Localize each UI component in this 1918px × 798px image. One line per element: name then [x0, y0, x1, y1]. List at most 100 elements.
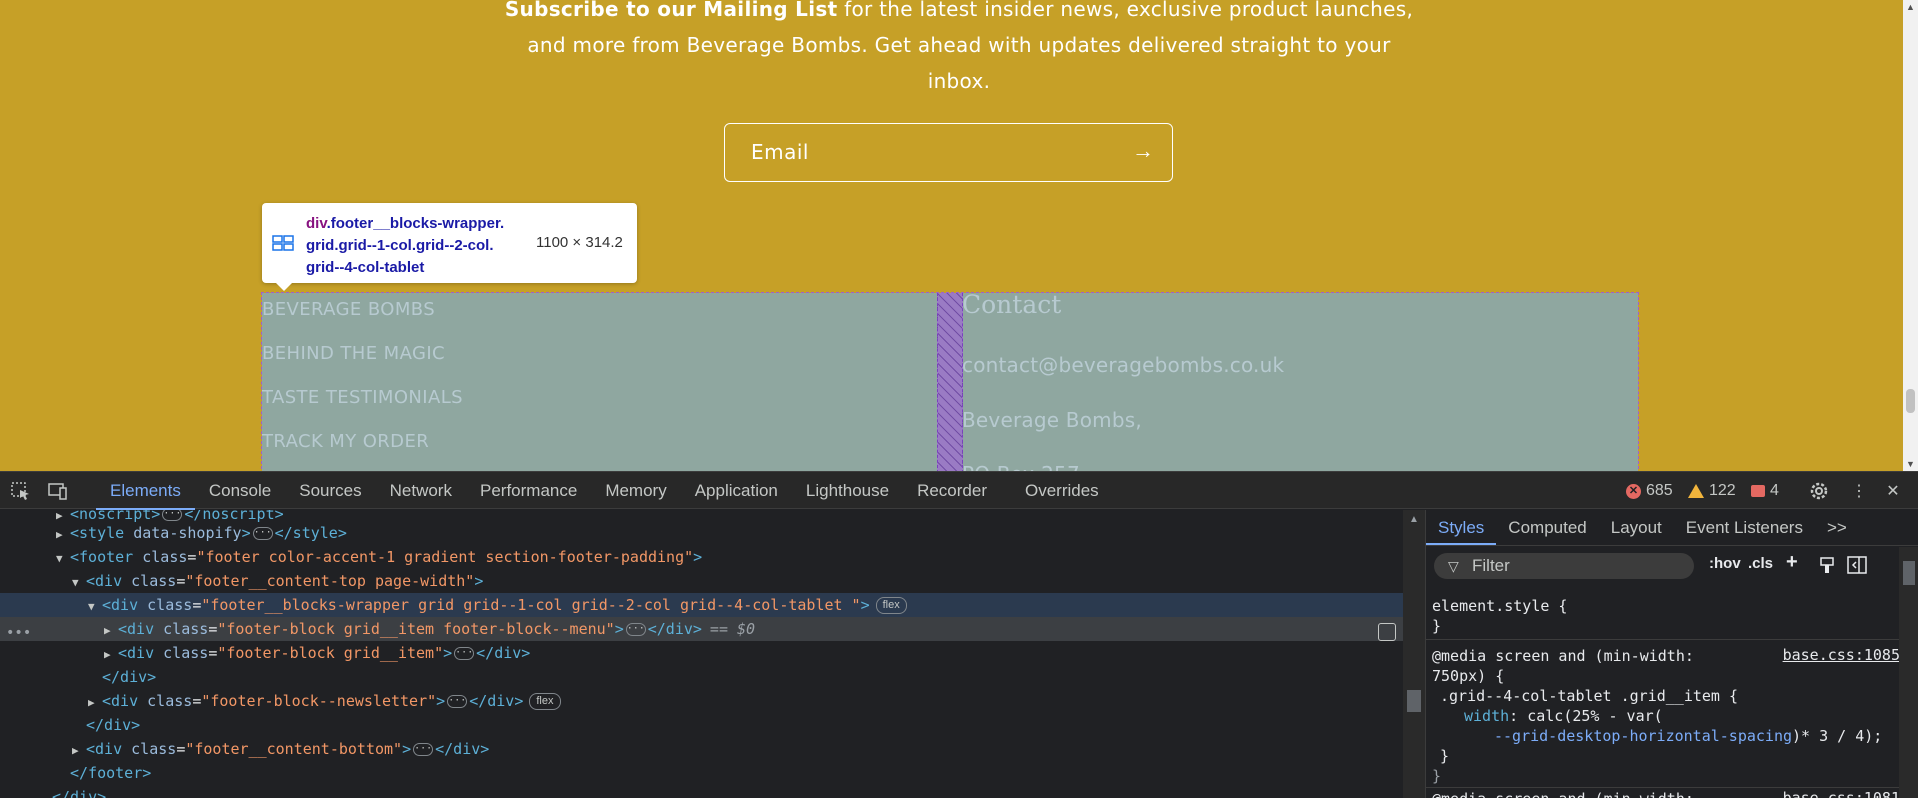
dom-node-footer[interactable]: ▼ <footer class="footer color-accent-1 gr…: [0, 545, 1403, 569]
filter-placeholder: Filter: [1472, 556, 1510, 575]
expand-icon[interactable]: ▶: [88, 691, 102, 715]
tab-event-listeners[interactable]: Event Listeners: [1674, 510, 1815, 545]
arrow-right-icon[interactable]: →: [1132, 138, 1154, 164]
dom-attr-value: "footer-block grid__item": [217, 644, 444, 662]
new-style-rule-icon[interactable]: +: [1786, 551, 1798, 574]
collapse-icon[interactable]: ▼: [88, 595, 102, 619]
dom-attr-value: "footer__blocks-wrapper grid grid--1-col…: [201, 596, 861, 614]
dom-scrollbar[interactable]: ▲: [1403, 510, 1425, 798]
tab-memory[interactable]: Memory: [591, 472, 680, 510]
scroll-up-icon[interactable]: ▲: [1906, 2, 1915, 12]
styles-filter-row: ▽ Filter :hov .cls +: [1426, 547, 1918, 585]
dom-node-style[interactable]: ▶ <style data-shopify> ··· </style>: [0, 521, 1403, 545]
toggle-sidebar-icon[interactable]: [1847, 556, 1867, 574]
page-scroll-thumb[interactable]: [1906, 389, 1915, 413]
rule-separator: [1426, 787, 1899, 788]
tab-sources[interactable]: Sources: [285, 472, 375, 510]
settings-gear-icon[interactable]: [1808, 481, 1830, 501]
ellipsis-icon[interactable]: ···: [162, 510, 183, 521]
device-toolbar-icon[interactable]: [47, 481, 69, 501]
collapse-icon[interactable]: ▼: [56, 547, 70, 571]
hov-toggle-button[interactable]: :hov: [1709, 555, 1741, 572]
css-variable[interactable]: --grid-desktop-horizontal-spacing: [1432, 727, 1792, 745]
node-actions-icon[interactable]: •••: [6, 625, 31, 641]
dom-node-content-bottom[interactable]: ▶ <div class="footer__content-bottom"> ···…: [0, 737, 1403, 761]
tab-network[interactable]: Network: [376, 472, 466, 510]
dom-node-close-div[interactable]: </div>: [0, 665, 1403, 689]
paint-brush-icon[interactable]: [1818, 556, 1836, 574]
ellipsis-icon[interactable]: ···: [447, 695, 468, 708]
dom-tag: style: [79, 524, 125, 542]
source-link-base-css-1081[interactable]: base.css:1081: [1783, 789, 1900, 798]
tab-computed[interactable]: Computed: [1496, 510, 1598, 545]
tab-styles[interactable]: Styles: [1426, 510, 1497, 545]
ellipsis-icon[interactable]: ···: [454, 647, 475, 660]
page-scrollbar[interactable]: ▲ ▼: [1903, 0, 1918, 471]
dom-attr: class: [131, 740, 177, 758]
source-link-base-css-1085[interactable]: base.css:1085: [1783, 646, 1900, 664]
selected-node-marker: == $0: [709, 620, 756, 638]
tab-console[interactable]: Console: [195, 472, 285, 510]
dom-node-close-footer[interactable]: </footer>: [0, 761, 1403, 785]
dom-tree[interactable]: ▶ <noscript> ··· </noscript> ▶ <style data-s…: [0, 510, 1403, 798]
scroll-up-icon[interactable]: ▲: [1409, 514, 1419, 525]
footer-menu-link-taste-testimonials[interactable]: TASTE TESTIMONIALS: [262, 387, 463, 408]
tab-overrides[interactable]: Overrides: [1001, 472, 1113, 510]
footer-menu-link-track-my-order[interactable]: TRACK MY ORDER: [262, 431, 429, 452]
flex-badge[interactable]: flex: [875, 597, 907, 614]
error-count[interactable]: ✕ 685: [1626, 472, 1673, 510]
media-rule-grid-item[interactable]: @media screen and (min-width: 750px) { .…: [1432, 646, 1902, 786]
more-options-icon[interactable]: ⋮: [1848, 481, 1870, 501]
dom-node-footer-block[interactable]: ▶ <div class="footer-block grid__item"> ··…: [0, 641, 1403, 665]
more-tabs-icon[interactable]: >>: [1815, 510, 1859, 545]
css-value-part-1[interactable]: : calc(25% - var(: [1509, 707, 1663, 725]
inspect-element-icon[interactable]: [10, 481, 32, 501]
dom-attr: class: [163, 644, 209, 662]
inspect-tooltip: div.footer__blocks-wrapper. grid.grid--1…: [262, 203, 637, 291]
footer-menu-link-behind-the-magic[interactable]: BEHIND THE MAGIC: [262, 343, 445, 364]
css-value-part-2[interactable]: )* 3 / 4);: [1792, 727, 1882, 745]
screenshot-node-icon[interactable]: [1378, 623, 1396, 641]
subscribe-text: Subscribe to our Mailing List for the la…: [0, 0, 1918, 99]
expand-icon[interactable]: ▶: [104, 619, 118, 643]
warning-count[interactable]: 122: [1688, 472, 1736, 510]
dom-node-content-top[interactable]: ▼ <div class="footer__content-top page-wi…: [0, 569, 1403, 593]
scroll-down-icon[interactable]: ▼: [1906, 459, 1915, 469]
ellipsis-icon[interactable]: ···: [413, 743, 434, 756]
email-label: Email: [751, 140, 809, 164]
footer-menu-link-beverage-bombs[interactable]: BEVERAGE BOMBS: [262, 299, 435, 320]
collapse-icon[interactable]: ▼: [72, 571, 86, 595]
tab-application[interactable]: Application: [681, 472, 792, 510]
tab-performance[interactable]: Performance: [466, 472, 591, 510]
dom-node-close-div[interactable]: </div>: [0, 713, 1403, 737]
tab-layout[interactable]: Layout: [1599, 510, 1674, 545]
styles-scroll-thumb[interactable]: [1903, 561, 1915, 585]
dom-node-footer-block-menu[interactable]: ▶ <div class="footer-block grid__item foo…: [0, 617, 1403, 641]
dom-node-blocks-wrapper[interactable]: ▼ <div class="footer__blocks-wrapper grid…: [0, 593, 1403, 617]
dom-tag: div: [111, 692, 139, 710]
dom-node-newsletter[interactable]: ▶ <div class="footer-block--newsletter"> ·…: [0, 689, 1403, 713]
ellipsis-icon[interactable]: ···: [625, 623, 646, 636]
email-input[interactable]: Email →: [724, 123, 1173, 182]
tab-elements[interactable]: Elements: [96, 472, 195, 510]
filter-icon: ▽: [1448, 558, 1459, 574]
expand-icon[interactable]: ▶: [72, 739, 86, 763]
close-icon[interactable]: ✕: [1882, 481, 1904, 501]
tab-recorder[interactable]: Recorder: [903, 472, 1001, 510]
dom-scroll-thumb[interactable]: [1407, 690, 1421, 712]
contact-email-link[interactable]: contact@beveragebombs.co.uk: [962, 353, 1284, 377]
expand-icon[interactable]: ▶: [104, 643, 118, 667]
expand-icon[interactable]: ▶: [56, 523, 70, 547]
ellipsis-icon[interactable]: ···: [252, 527, 273, 540]
tooltip-selector: div.footer__blocks-wrapper. grid.grid--1…: [306, 213, 526, 279]
css-property[interactable]: width: [1464, 707, 1509, 725]
tab-lighthouse[interactable]: Lighthouse: [792, 472, 903, 510]
cls-toggle-button[interactable]: .cls: [1748, 555, 1773, 572]
issues-count[interactable]: 4: [1751, 472, 1779, 510]
dom-node-close-div[interactable]: </div>: [0, 785, 1403, 798]
styles-scrollbar[interactable]: [1899, 547, 1918, 798]
flex-badge[interactable]: flex: [529, 693, 561, 710]
styles-filter-input[interactable]: ▽ Filter: [1434, 553, 1694, 579]
issues-icon: [1751, 485, 1765, 497]
element-style-rule[interactable]: element.style { }: [1432, 596, 1902, 636]
